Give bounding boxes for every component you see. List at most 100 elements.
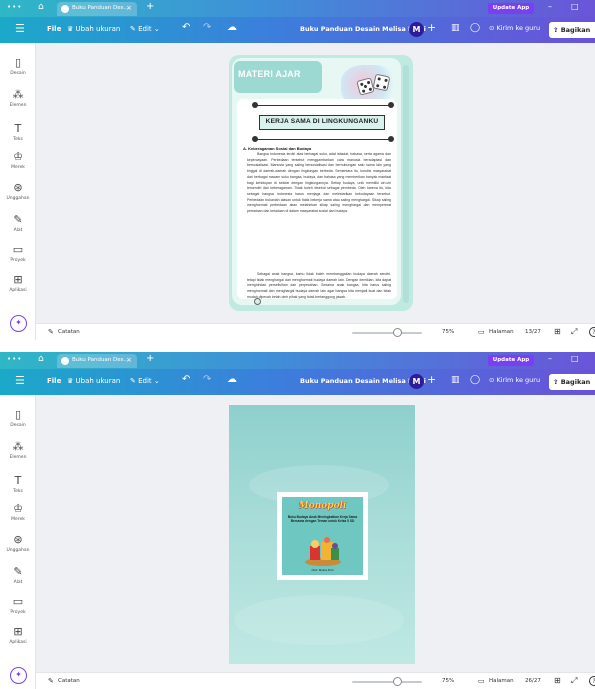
avatar[interactable]: M [409, 22, 424, 37]
sidebar-item-elements[interactable]: ⁂ Elemen [0, 441, 36, 461]
document-title[interactable]: Buku Panduan Desain Melisa Putri [300, 377, 426, 385]
grid-view-icon[interactable]: ⊞ [554, 676, 561, 685]
notes-icon[interactable]: ✎ [48, 328, 54, 336]
share-label: Bagikan [560, 378, 591, 386]
share-button[interactable]: ⇪ Bagikan [549, 22, 595, 38]
sidebar-item-text[interactable]: T Teks [0, 123, 36, 143]
browser-tab[interactable]: Buku Panduan Des... × [57, 2, 137, 16]
sidebar-item-apps[interactable]: ⊞ Aplikasi [0, 626, 36, 646]
resize-button[interactable]: ♛ Ubah ukuran [67, 377, 120, 385]
banner-dot [388, 102, 394, 108]
comment-icon[interactable]: ◯ [470, 23, 480, 33]
cloud-save-icon[interactable]: ☁ [227, 22, 237, 33]
sidebar-item-brand[interactable]: ♔ Merek [0, 151, 36, 171]
design-page[interactable]: Monopoli Buku Budaya Anak Meningkatkan K… [229, 405, 415, 664]
sidebar-item-projects[interactable]: ▭ Proyek [0, 596, 36, 616]
maximize-icon[interactable]: □ [571, 2, 579, 11]
edit-menu[interactable]: ✎ Edit ⌄ [130, 377, 160, 385]
pages-button[interactable]: Halaman [489, 329, 514, 335]
sidebar-item-draw[interactable]: ✎ Alat [0, 213, 36, 234]
browser-tab[interactable]: Buku Panduan Des... × [57, 354, 137, 368]
body-paragraph[interactable]: Sebagai anak bangsa, kamu tidak boleh me… [247, 272, 391, 301]
notes-icon[interactable]: ✎ [48, 677, 54, 685]
home-icon[interactable]: ⌂ [38, 354, 44, 364]
sidebar-item-brand[interactable]: ♔ Merek [0, 502, 36, 523]
pages-icon[interactable]: ▭ [478, 677, 485, 685]
magic-assistant-button[interactable]: ✦ [10, 315, 27, 332]
resize-button[interactable]: ♛ Ubah ukuran [67, 25, 120, 33]
close-icon[interactable]: × [126, 4, 132, 12]
browser-menu-icon[interactable]: ••• [7, 3, 22, 11]
undo-icon[interactable]: ↶ [182, 374, 190, 385]
cover-subtitle: Buku Budaya Anak Meningkatkan Kerja Sama… [287, 515, 358, 524]
new-tab-icon[interactable]: + [146, 353, 154, 364]
sidebar-item-text[interactable]: T Teks [0, 475, 36, 495]
maximize-icon[interactable]: □ [571, 354, 579, 363]
pages-button[interactable]: Halaman [489, 678, 514, 684]
sidebar-item-design[interactable]: ▯ Desain [0, 56, 36, 77]
grid-view-icon[interactable]: ⊞ [554, 327, 561, 336]
hamburger-icon[interactable]: ☰ [15, 22, 25, 35]
document-title[interactable]: Buku Panduan Desain Melisa Putri [300, 25, 426, 33]
zoom-slider-handle[interactable] [393, 677, 402, 686]
file-menu[interactable]: File [47, 377, 61, 385]
notes-button[interactable]: Catatan [58, 678, 80, 684]
browser-menu-icon[interactable]: ••• [7, 355, 22, 363]
cover-image-frame[interactable]: Monopoli Buku Budaya Anak Meningkatkan K… [277, 492, 368, 580]
redo-icon[interactable]: ↷ [203, 374, 211, 385]
edit-menu[interactable]: ✎ Edit ⌄ [130, 25, 160, 33]
zoom-level[interactable]: 75% [442, 329, 454, 335]
zoom-slider[interactable] [352, 332, 422, 334]
fullscreen-icon[interactable]: ⤢ [571, 327, 577, 337]
comment-icon[interactable]: ◯ [470, 375, 480, 385]
new-tab-icon[interactable]: + [146, 1, 154, 12]
screenshot-divider [0, 342, 595, 350]
add-collaborator-icon[interactable]: + [427, 373, 436, 386]
avatar[interactable]: M [409, 374, 424, 389]
minimize-icon[interactable]: – [548, 2, 552, 11]
zoom-slider[interactable] [352, 681, 422, 683]
undo-icon[interactable]: ↶ [182, 22, 190, 33]
layout-icon: ▯ [14, 56, 22, 69]
sidebar-item-label: Desain [10, 71, 26, 76]
sidebar-item-design[interactable]: ▯ Desain [0, 409, 36, 429]
sidebar-item-projects[interactable]: ▭ Proyek [0, 243, 36, 264]
pages-icon[interactable]: ▭ [478, 328, 485, 336]
folder-icon: ▭ [12, 243, 24, 256]
sidebar-item-elements[interactable]: ⁂ Elemen [0, 89, 36, 109]
draw-icon: ✎ [13, 213, 23, 226]
chapter-banner[interactable]: KERJA SAMA DI LINGKUNGANKU [259, 115, 385, 130]
sidebar-item-uploads[interactable]: ⊛ Unggahan [0, 534, 36, 554]
brand-icon: ♔ [13, 502, 23, 515]
help-icon[interactable]: ? [589, 327, 595, 337]
update-app-button[interactable]: Update App [488, 355, 534, 366]
zoom-level[interactable]: 75% [442, 678, 454, 684]
magic-assistant-button[interactable]: ✦ [10, 667, 27, 684]
resize-label: Ubah ukuran [75, 25, 121, 33]
insights-chart-icon[interactable]: ▥ [451, 23, 460, 33]
zoom-slider-handle[interactable] [393, 328, 402, 337]
design-page[interactable]: MATERI AJAR KERJA SAMA DI LINGKUNGANKU A… [229, 55, 413, 311]
share-button[interactable]: ⇪ Bagikan [549, 374, 595, 390]
page-header-title[interactable]: MATERI AJAR [238, 69, 301, 79]
cloud-save-icon[interactable]: ☁ [227, 374, 237, 385]
sidebar-item-draw[interactable]: ✎ Alat [0, 566, 36, 586]
redo-icon[interactable]: ↷ [203, 22, 211, 33]
body-paragraph[interactable]: Bangsa Indonesia terdiri atas berbagai s… [247, 152, 391, 215]
hamburger-icon[interactable]: ☰ [15, 374, 25, 387]
section-title[interactable]: A. Keberagaman Sosial dan Budaya [243, 146, 311, 151]
minimize-icon[interactable]: – [548, 354, 552, 363]
send-to-teacher-button[interactable]: ⊙ Kirim ke guru [489, 376, 540, 384]
add-collaborator-icon[interactable]: + [427, 21, 436, 34]
home-icon[interactable]: ⌂ [38, 2, 44, 12]
sidebar-item-apps[interactable]: ⊞ Aplikasi [0, 274, 36, 294]
insights-chart-icon[interactable]: ▥ [451, 375, 460, 385]
file-menu[interactable]: File [47, 25, 61, 33]
close-icon[interactable]: × [126, 356, 132, 364]
sidebar-item-uploads[interactable]: ⊛ Unggahan [0, 182, 36, 202]
notes-button[interactable]: Catatan [58, 329, 80, 335]
help-icon[interactable]: ? [589, 676, 595, 686]
send-to-teacher-button[interactable]: ⊙ Kirim ke guru [489, 24, 540, 32]
update-app-button[interactable]: Update App [488, 3, 534, 14]
fullscreen-icon[interactable]: ⤢ [571, 676, 577, 686]
